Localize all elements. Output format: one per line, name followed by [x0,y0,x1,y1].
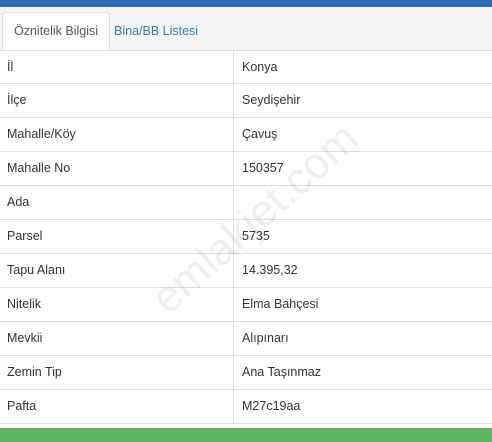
top-accent-bar [0,0,492,7]
table-row: İlçe Seydişehir [0,84,492,118]
row-key: Zemin Tip [0,356,234,389]
row-value: M27c19aa [242,399,301,413]
row-key: İl [0,51,234,83]
row-value: Elma Bahçesi [242,297,319,311]
table-row: Nitelik Elma Bahçesi [0,288,492,322]
row-value: 5735 [242,229,270,243]
row-key: Pafta [0,390,234,423]
table-row: Mahalle No 150357 [0,152,492,186]
row-value: Alıpınarı [242,331,289,345]
tab-attribute-info[interactable]: Öznitelik Bilgisi [2,12,111,51]
table-row: Tapu Alanı 14.395,32 [0,254,492,288]
row-key: Mahalle No [0,152,234,185]
row-key: Parsel [0,220,234,253]
table-row: Parsel 5735 [0,220,492,254]
tab-building-list[interactable]: Bina/BB Listesi [102,12,210,51]
table-row: Zemin Tip Ana Taşınmaz [0,356,492,390]
tab-bar: Öznitelik Bilgisi Bina/BB Listesi [0,7,492,51]
row-value: Ana Taşınmaz [242,365,321,379]
row-value: 150357 [242,161,284,175]
row-key: İlçe [0,84,234,117]
row-value: Seydişehir [242,93,301,107]
bottom-status-bar [0,428,492,442]
attribute-table: İl Konya İlçe Seydişehir Mahalle/Köy Çavuş … [0,50,492,424]
row-value: Çavuş [242,127,278,141]
table-row: Mevkii Alıpınarı [0,322,492,356]
row-key: Nitelik [0,288,234,321]
table-row: İl Konya [0,50,492,84]
table-row: Pafta M27c19aa [0,390,492,424]
row-value: 14.395,32 [242,263,298,277]
row-key: Mahalle/Köy [0,118,234,151]
table-row: Mahalle/Köy Çavuş [0,118,492,152]
row-key: Ada [0,186,234,219]
table-row: Ada [0,186,492,220]
row-value: Konya [242,60,278,74]
row-value [234,186,492,219]
row-key: Tapu Alanı [0,254,234,287]
row-key: Mevkii [0,322,234,355]
